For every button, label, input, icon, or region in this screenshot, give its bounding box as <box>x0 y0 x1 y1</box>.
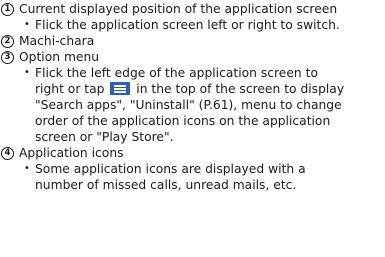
item-bullet: • Some application icons are displayed w… <box>0 161 385 193</box>
bullet-line-prefix: right or tap <box>35 82 105 96</box>
bullet-text: Flick the application screen left or rig… <box>35 18 340 32</box>
list-item-1: 1 Current displayed position of the appl… <box>0 1 385 33</box>
bullet-icon: • <box>24 163 30 174</box>
circled-number-2: 2 <box>1 34 14 48</box>
bullet-line: order of the application icons on the ap… <box>35 114 331 128</box>
item-heading: 3 Option menu <box>0 49 385 65</box>
list-item-4: 4 Application icons • Some application i… <box>0 145 385 193</box>
bullet-icon: • <box>24 19 30 30</box>
item-heading: 4 Application icons <box>0 145 385 161</box>
bullet-text: Some application icons are displayed wit… <box>35 161 385 193</box>
circled-number-4: 4 <box>1 146 14 160</box>
bullet-line: "Search apps", "Uninstall" (P.61), menu … <box>35 98 342 112</box>
item-heading: 1 Current displayed position of the appl… <box>0 1 385 17</box>
circled-number-3: 3 <box>1 50 14 64</box>
item-title: Current displayed position of the applic… <box>19 2 338 16</box>
item-heading: 2 Machi-chara <box>0 33 385 49</box>
menu-icon <box>110 82 131 95</box>
bullet-line: Flick the left edge of the application s… <box>35 66 318 80</box>
item-title: Application icons <box>19 146 124 160</box>
circled-number-1: 1 <box>1 2 14 16</box>
bullet-text: Flick the left edge of the application s… <box>35 65 385 145</box>
item-bullet: • Flick the left edge of the application… <box>0 65 385 145</box>
bullet-line: screen or "Play Store". <box>35 130 174 144</box>
item-title: Machi-chara <box>19 34 95 48</box>
bullet-line: Some application icons are displayed wit… <box>35 162 306 176</box>
item-bullet: • Flick the application screen left or r… <box>0 17 385 33</box>
bullet-line: number of missed calls, unread mails, et… <box>35 178 297 192</box>
list-item-3: 3 Option menu • Flick the left edge of t… <box>0 49 385 145</box>
item-title: Option menu <box>19 50 100 64</box>
bullet-icon: • <box>24 67 30 78</box>
list-item-2: 2 Machi-chara <box>0 33 385 49</box>
bullet-line: in the top of the screen to display <box>136 82 345 96</box>
instruction-list: 1 Current displayed position of the appl… <box>0 0 385 257</box>
